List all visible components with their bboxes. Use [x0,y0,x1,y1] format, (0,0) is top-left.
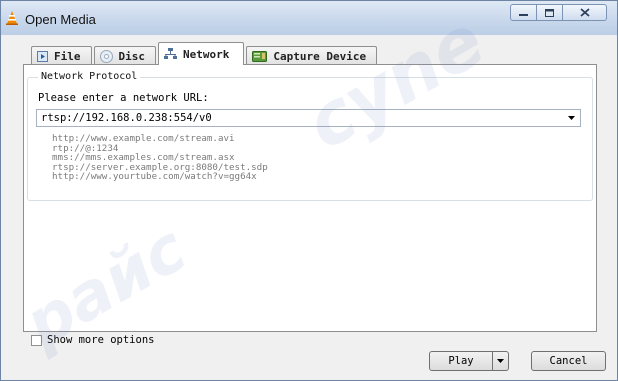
file-icon [37,50,48,62]
maximize-icon [545,8,554,17]
tab-bar: File Disc Network Capture Device [31,42,379,65]
window-title: Open Media [25,12,96,27]
tab-label: Network [183,47,230,61]
group-title: Network Protocol [38,71,141,83]
close-button[interactable] [563,4,607,21]
tab-network[interactable]: Network [158,42,245,65]
maximize-button[interactable] [537,4,563,21]
network-icon [164,48,177,60]
network-url-input[interactable] [41,111,551,125]
url-prompt-label: Please enter a network URL: [38,92,209,104]
play-dropdown-button[interactable] [493,351,509,371]
network-protocol-group: Network Protocol Please enter a network … [27,71,593,201]
tab-label: Disc [118,49,146,63]
show-more-options-label: Show more options [47,334,155,346]
tab-capture-device[interactable]: Capture Device [246,46,378,65]
show-more-options-checkbox[interactable] [31,334,42,346]
tab-disc[interactable]: Disc [93,46,156,65]
minimize-icon [519,13,528,16]
tab-label: File [54,49,81,63]
play-button[interactable]: Play [429,351,493,371]
disc-icon [99,49,113,63]
open-media-window: Open Media File Disc Network Capture Dev… [0,0,618,381]
cancel-button[interactable]: Cancel [531,351,606,371]
example-url: http://www.yourtube.com/watch?v=gg64x [52,171,257,183]
network-url-combobox[interactable] [36,109,581,127]
url-examples: http://www.example.com/stream.avi rtp://… [52,134,268,182]
show-more-options[interactable]: Show more options [31,334,154,346]
capture-device-icon [252,50,268,62]
title-bar[interactable]: Open Media [1,1,617,35]
vlc-cone-icon [6,11,18,25]
dialog-body: File Disc Network Capture Device Network… [9,35,610,374]
chevron-down-icon[interactable] [568,116,575,120]
chevron-down-icon [497,359,504,363]
tab-label: Capture Device [273,49,367,63]
close-icon [579,8,590,17]
minimize-button[interactable] [510,4,537,21]
tab-file[interactable]: File [31,46,92,65]
